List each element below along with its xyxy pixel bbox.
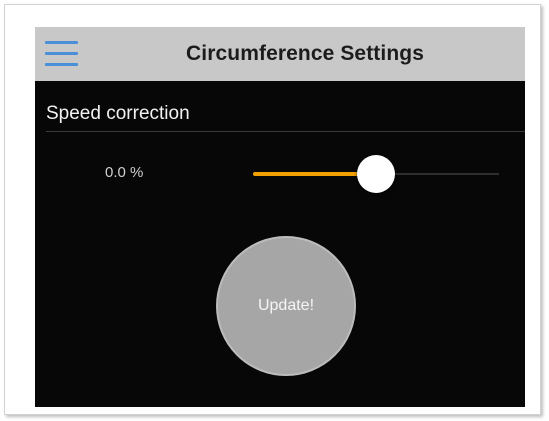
app-screen: Circumference Settings Speed correction … (35, 27, 525, 407)
menu-line (45, 52, 78, 55)
speed-correction-slider[interactable] (253, 154, 499, 194)
update-button[interactable]: Update! (216, 236, 356, 376)
speed-correction-value: 0.0 % (105, 164, 144, 181)
hamburger-menu-icon[interactable] (45, 41, 78, 67)
page-title: Circumference Settings (186, 42, 424, 65)
screenshot-frame: Circumference Settings Speed correction … (4, 4, 541, 415)
header-bar: Circumference Settings (35, 27, 525, 81)
slider-thumb[interactable] (357, 155, 395, 193)
menu-line (45, 41, 78, 44)
speed-correction-label: Speed correction (46, 103, 190, 124)
menu-line (45, 63, 78, 66)
section-divider (46, 131, 525, 132)
